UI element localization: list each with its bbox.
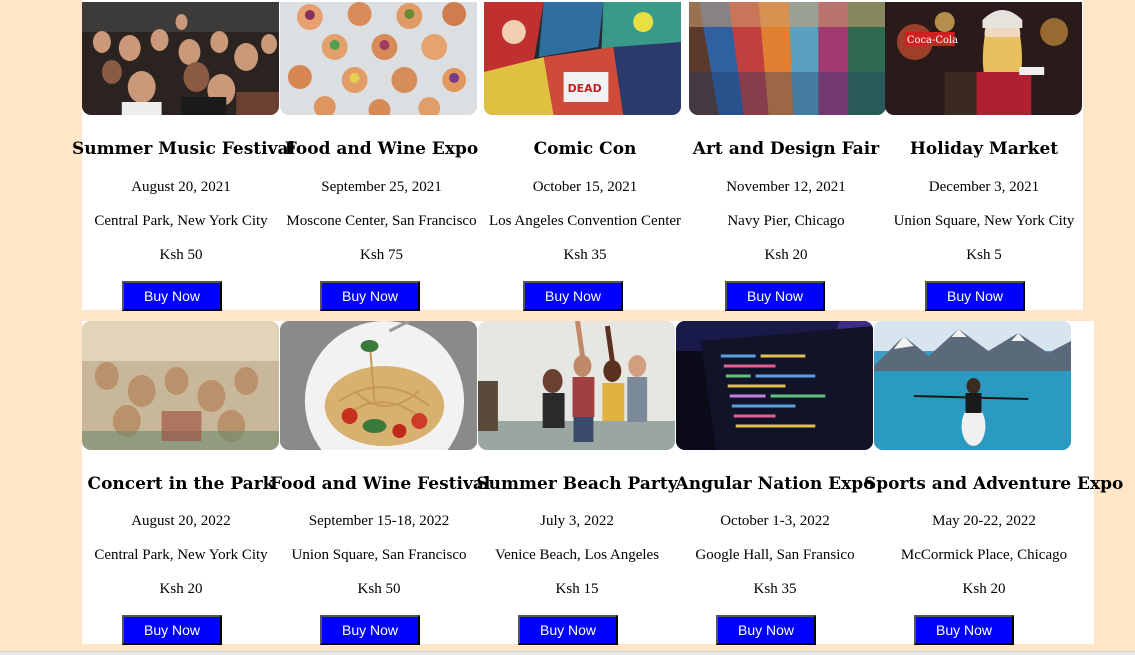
beach-friends-image: [478, 321, 675, 450]
svg-text:DEAD: DEAD: [568, 82, 602, 95]
event-title: Summer Music Festival: [72, 139, 295, 159]
event-card: DEAD Comic Con October 15, 2021 Los Ange…: [483, 0, 687, 311]
event-venue: Moscone Center, San Francisco: [286, 213, 477, 229]
pasta-plate-image: [280, 321, 477, 450]
event-price: Ksh 35: [753, 581, 797, 597]
concert-crowd-image: [82, 2, 279, 115]
event-venue: Venice Beach, Los Angeles: [494, 547, 660, 563]
window-bottom-edge: [0, 651, 1135, 655]
event-venue: McCormick Place, Chicago: [900, 547, 1068, 563]
event-price: Ksh 75: [360, 247, 403, 263]
paint-brushes-image: [689, 2, 886, 115]
event-price: Ksh 35: [563, 247, 607, 263]
event-price: Ksh 20: [159, 581, 203, 597]
event-title: Sports and Adventure Expo: [864, 474, 1124, 494]
buy-now-button[interactable]: Buy Now: [518, 615, 618, 645]
buy-now-button[interactable]: Buy Now: [914, 615, 1014, 645]
code-screen-image: [676, 321, 873, 450]
event-date: October 15, 2021: [532, 179, 638, 195]
event-venue: Central Park, New York City: [94, 213, 268, 229]
event-title: Food and Wine Expo: [284, 139, 479, 159]
event-title: Summer Beach Party: [476, 474, 678, 494]
event-price: Ksh 20: [962, 581, 1006, 597]
event-venue: Google Hall, San Fransico: [695, 547, 855, 563]
event-date: September 25, 2021: [321, 179, 442, 195]
event-title: Food and Wine Festival: [270, 474, 491, 494]
food-platters-image: [280, 2, 477, 115]
event-title: Concert in the Park: [87, 474, 275, 494]
event-date: November 12, 2021: [726, 179, 846, 195]
events-page: Summer Music Festival August 20, 2021 Ce…: [0, 0, 1135, 655]
park-crowd-image: [82, 321, 279, 450]
comic-books-image: DEAD: [484, 2, 681, 115]
event-card: Food and Wine Festival September 15-18, …: [270, 321, 490, 645]
event-date: October 1-3, 2022: [720, 513, 830, 529]
buy-now-button[interactable]: Buy Now: [925, 281, 1025, 311]
event-card: Concert in the Park August 20, 2022 Cent…: [82, 321, 280, 645]
event-date: August 20, 2022: [131, 513, 231, 529]
holiday-woman-image: Coca-Cola: [885, 2, 1082, 115]
buy-now-button[interactable]: Buy Now: [523, 281, 623, 311]
svg-text:Coca-Cola: Coca-Cola: [907, 35, 958, 46]
event-venue: Union Square, New York City: [893, 213, 1075, 229]
event-price: Ksh 50: [159, 247, 203, 263]
event-title: Angular Nation Expo: [675, 474, 875, 494]
event-venue: Navy Pier, Chicago: [727, 213, 845, 229]
event-card: Food and Wine Expo September 25, 2021 Mo…: [280, 0, 483, 311]
buy-now-button[interactable]: Buy Now: [122, 615, 222, 645]
event-date: July 3, 2022: [540, 513, 614, 529]
event-card: Summer Music Festival August 20, 2021 Ce…: [72, 0, 295, 311]
event-title: Holiday Market: [909, 139, 1059, 159]
event-price: Ksh 15: [555, 581, 599, 597]
event-title: Art and Design Fair: [692, 139, 880, 159]
event-card: Coca-Cola Holiday Market December 3, 202…: [885, 0, 1083, 311]
event-price: Ksh 20: [764, 247, 808, 263]
events-row: Summer Music Festival August 20, 2021 Ce…: [72, 0, 1083, 311]
event-price: Ksh 50: [357, 581, 401, 597]
events-row: Concert in the Park August 20, 2022 Cent…: [82, 321, 1123, 645]
event-card: Angular Nation Expo October 1-3, 2022 Go…: [676, 321, 874, 645]
event-venue: Central Park, New York City: [94, 547, 268, 563]
buy-now-button[interactable]: Buy Now: [122, 281, 222, 311]
event-venue: Los Angeles Convention Center: [488, 213, 682, 229]
buy-now-button[interactable]: Buy Now: [320, 281, 420, 311]
event-date: May 20-22, 2022: [932, 513, 1036, 529]
buy-now-button[interactable]: Buy Now: [725, 281, 825, 311]
event-date: August 20, 2021: [131, 179, 231, 195]
event-card: Art and Design Fair November 12, 2021 Na…: [687, 0, 886, 311]
event-date: September 15-18, 2022: [308, 513, 450, 529]
event-card: Summer Beach Party July 3, 2022 Venice B…: [476, 321, 678, 645]
event-price: Ksh 5: [966, 247, 1002, 263]
buy-now-button[interactable]: Buy Now: [716, 615, 816, 645]
event-date: December 3, 2021: [928, 179, 1040, 195]
event-venue: Union Square, San Francisco: [291, 547, 467, 563]
kayak-lake-image: [874, 321, 1071, 450]
event-card: Sports and Adventure Expo May 20-22, 202…: [864, 321, 1123, 645]
buy-now-button[interactable]: Buy Now: [320, 615, 420, 645]
event-title: Comic Con: [533, 139, 637, 159]
